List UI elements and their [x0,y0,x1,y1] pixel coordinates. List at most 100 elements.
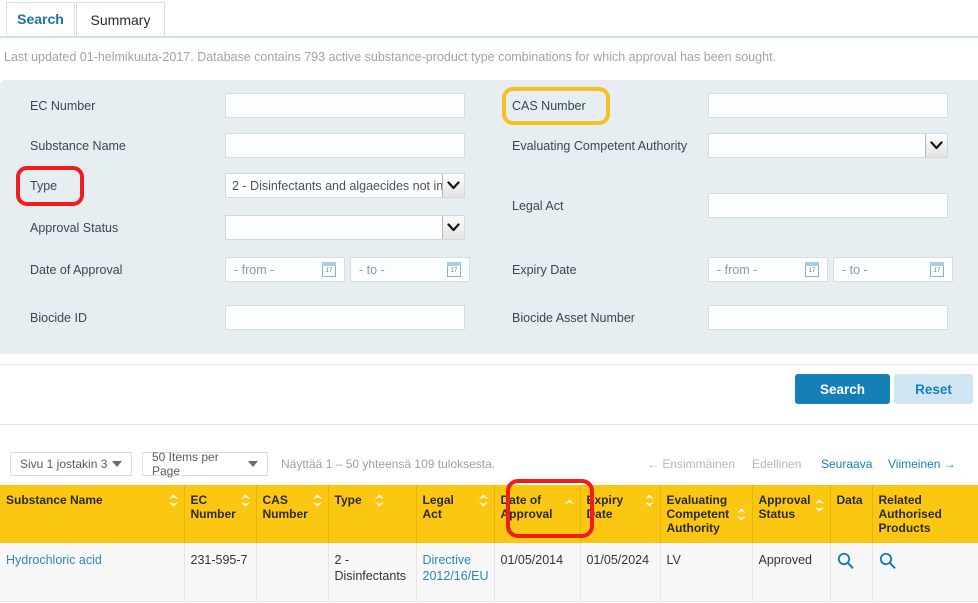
date-of-approval-label: Date of Approval [30,263,123,277]
column-header-evaluating-competent-authority[interactable]: Evaluating Competent Authority [660,485,753,543]
legal-act-label: Legal Act [512,199,564,213]
cell-evaluating-competent-authority: LV [660,543,753,602]
cas-number-label: CAS Number [512,99,586,113]
legal-act-link[interactable]: Directive 2012/16/EU [423,553,489,583]
expiry-date-from-input[interactable]: - from - 17 [708,257,828,282]
tab-summary-label: Summary [90,11,151,28]
table-header-row: Substance Name EC Number CAS Number Type [0,485,978,543]
table-row: Hydrochloric acid 231-595-7 2 - Disinfec… [0,543,978,602]
items-per-page-label: 50 Items per Page [152,450,219,478]
type-label: Type [30,179,58,193]
sort-icon [736,508,747,521]
evaluating-competent-authority-select[interactable] [708,133,948,158]
cell-data [830,543,873,602]
ec-number-label: EC Number [30,99,96,113]
pagination-first[interactable]: ← Ensimmäinen [647,457,735,471]
substance-name-input[interactable] [225,133,465,158]
column-header-date-of-approval[interactable]: Date of Approval [494,485,581,543]
approval-status-select[interactable] [225,215,465,240]
ec-number-input[interactable] [225,93,465,118]
cell-approval-status: Approved [752,543,831,602]
date-of-approval-from-input[interactable]: - from - 17 [225,257,345,282]
divider-above-actions [0,364,978,365]
sort-icon [478,494,489,507]
caret-down-icon [112,461,122,467]
calendar-icon[interactable]: 17 [322,261,338,278]
column-label: Type [334,493,362,507]
substance-name-label: Substance Name [30,139,126,153]
column-header-ec-number[interactable]: EC Number [184,485,257,543]
column-header-related-authorised-products: Related Authorised Products [872,485,978,543]
caret-down-icon [248,461,258,467]
chevron-down-icon [442,216,464,239]
sort-icon [312,494,323,507]
calendar-icon[interactable]: 17 [447,261,463,278]
biocide-id-label: Biocide ID [30,311,87,325]
sort-icon-active [564,499,575,512]
items-per-page-dropdown[interactable]: 50 Items per Page [142,450,268,478]
column-header-data: Data [830,485,873,543]
sort-icon [240,494,251,507]
page-selector-label: Sivu 1 jostakin 3 [20,457,108,471]
cell-ec-number: 231-595-7 [184,543,257,602]
expiry-date-to-text: - to - [842,262,868,277]
pagination-next[interactable]: Seuraava [821,457,872,471]
column-header-substance-name[interactable]: Substance Name [0,485,185,543]
date-of-approval-to-text: - to - [359,262,385,277]
results-count-text: Näyttää 1 – 50 yhteensä 109 tuloksesta. [281,457,496,471]
column-header-expiry-date[interactable]: Expiry Date [580,485,661,543]
type-select[interactable]: 2 - Disinfectants and algaecides not int [225,173,465,198]
biocide-id-input[interactable] [225,305,465,330]
cell-cas-number [256,543,329,602]
sort-icon [644,494,655,507]
evaluating-competent-authority-label: Evaluating Competent Authority [512,139,688,153]
date-of-approval-to-input[interactable]: - to - 17 [350,257,470,282]
reset-button[interactable]: Reset [894,374,973,404]
approval-status-label: Approval Status [30,221,119,235]
column-label: Data [836,493,863,507]
magnifier-icon[interactable] [837,552,854,573]
type-select-value: 2 - Disinfectants and algaecides not int [232,178,442,193]
cell-expiry-date: 01/05/2024 [580,543,661,602]
page-selector-dropdown[interactable]: Sivu 1 jostakin 3 [10,452,132,476]
tab-summary[interactable]: Summary [76,2,165,36]
column-header-approval-status[interactable]: Approval Status [752,485,831,543]
search-button[interactable]: Search [795,374,890,404]
expiry-date-label: Expiry Date [512,263,577,277]
tab-bar: Search Summary [0,0,978,38]
magnifier-icon[interactable] [879,552,896,573]
cell-related-authorised-products [872,543,978,602]
search-form-panel: EC Number Substance Name Type 2 - Disinf… [0,80,978,354]
cell-legal-act: Directive 2012/16/EU [416,543,495,602]
expiry-date-to-input[interactable]: - to - 17 [833,257,953,282]
tab-search[interactable]: Search [6,2,75,36]
database-notice: Last updated 01-helmikuuta-2017. Databas… [4,50,777,64]
pagination-last[interactable]: Viimeinen → [888,457,956,471]
divider-below-actions [0,424,978,425]
pagination-previous[interactable]: Edellinen [752,457,801,471]
chevron-down-icon [442,174,464,197]
expiry-date-from-text: - from - [717,262,758,277]
legal-act-input[interactable] [708,193,948,218]
column-label: Related Authorised Products [878,493,942,535]
column-header-type[interactable]: Type [328,485,417,543]
chevron-down-icon [925,134,947,157]
sort-icon [374,494,385,507]
cell-substance-name: Hydrochloric acid [0,543,185,602]
cell-date-of-approval: 01/05/2014 [494,543,581,602]
cas-number-input[interactable] [708,93,948,118]
results-table: Substance Name EC Number CAS Number Type [0,485,978,602]
calendar-icon[interactable]: 17 [930,261,946,278]
biocide-asset-number-label: Biocide Asset Number [512,311,635,325]
sort-icon [814,499,825,512]
column-label: Substance Name [6,493,103,507]
date-of-approval-from-text: - from - [234,262,275,277]
column-header-cas-number[interactable]: CAS Number [256,485,329,543]
substance-name-link[interactable]: Hydrochloric acid [6,553,102,567]
calendar-icon[interactable]: 17 [805,261,821,278]
cell-type: 2 - Disinfectants [328,543,417,602]
sort-icon [168,494,179,507]
tab-search-label: Search [17,10,64,27]
biocide-asset-number-input[interactable] [708,305,948,330]
column-header-legal-act[interactable]: Legal Act [416,485,495,543]
